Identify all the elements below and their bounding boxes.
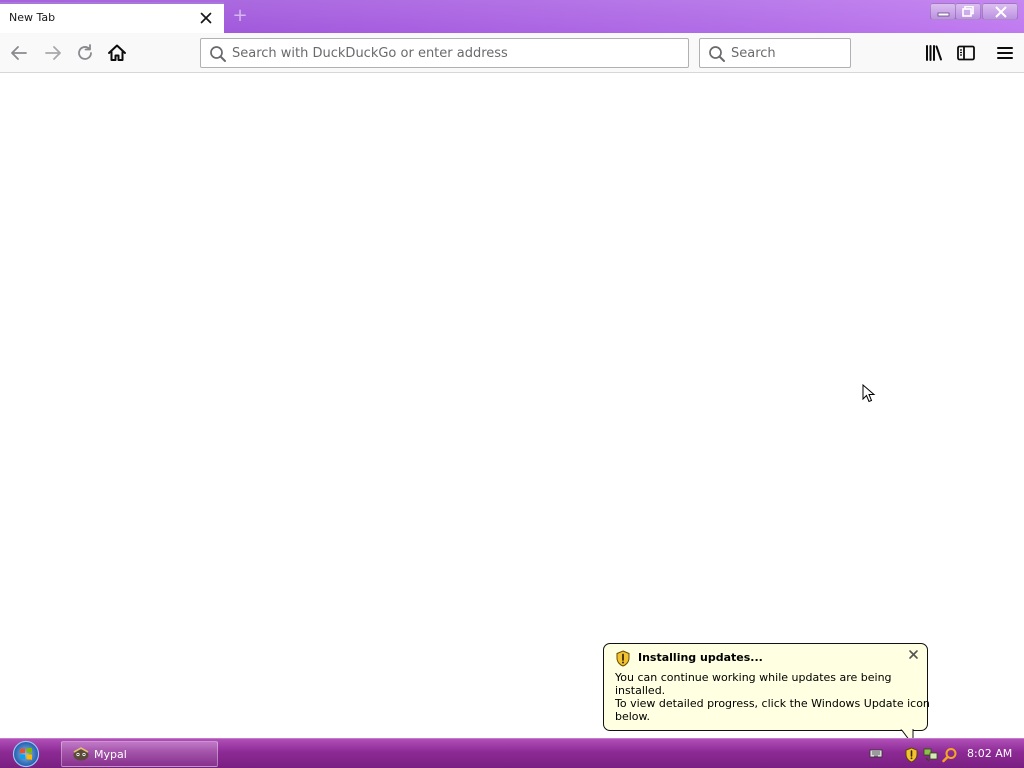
- network-icon[interactable]: [923, 747, 939, 765]
- close-icon[interactable]: [197, 9, 215, 27]
- minimize-icon[interactable]: [930, 3, 956, 20]
- update-notification-balloon[interactable]: Installing updates... You can continue w…: [603, 643, 930, 731]
- search-icon: [708, 45, 726, 66]
- forward-arrow-icon[interactable]: [42, 42, 64, 64]
- mouse-pointer-icon: [862, 383, 876, 407]
- notification-line: below.: [615, 710, 651, 723]
- title-bar: New Tab +: [0, 0, 1024, 33]
- mypal-icon: [72, 746, 90, 765]
- search-bar-placeholder: Search: [731, 46, 776, 61]
- navigation-toolbar: Search with DuckDuckGo or enter address …: [0, 33, 1024, 73]
- keyboard-icon[interactable]: [869, 747, 883, 762]
- restore-icon[interactable]: [955, 3, 981, 20]
- taskbar: Mypal 8:02 AM: [0, 738, 1024, 768]
- close-icon[interactable]: [907, 648, 920, 661]
- reload-icon[interactable]: [74, 42, 96, 64]
- notification-line: installed.: [615, 684, 666, 697]
- taskbar-item-label: Mypal: [94, 748, 127, 761]
- tab-title: New Tab: [9, 11, 56, 24]
- search-icon[interactable]: [942, 747, 958, 766]
- address-bar[interactable]: Search with DuckDuckGo or enter address: [200, 38, 689, 68]
- windows-start-icon[interactable]: [8, 740, 44, 768]
- hamburger-menu-icon[interactable]: [994, 42, 1016, 64]
- window-close-icon[interactable]: [982, 3, 1018, 20]
- notification-line: You can continue working while updates a…: [615, 671, 892, 684]
- tab-new-tab[interactable]: New Tab: [0, 2, 224, 33]
- notification-message: You can continue working while updates a…: [615, 671, 930, 723]
- library-icon[interactable]: [923, 42, 945, 64]
- shield-icon: [615, 650, 631, 670]
- search-icon: [209, 45, 227, 66]
- clock[interactable]: 8:02 AM: [967, 747, 1012, 760]
- taskbar-item-mypal[interactable]: Mypal: [61, 741, 218, 767]
- back-arrow-icon[interactable]: [8, 42, 30, 64]
- plus-icon[interactable]: +: [230, 6, 250, 26]
- address-bar-placeholder: Search with DuckDuckGo or enter address: [232, 46, 508, 61]
- windows-update-shield-icon[interactable]: [904, 747, 919, 766]
- sidebar-icon[interactable]: [955, 42, 977, 64]
- notification-title: Installing updates...: [638, 651, 763, 664]
- notification-line: To view detailed progress, click the Win…: [615, 697, 930, 710]
- home-icon[interactable]: [106, 42, 128, 64]
- search-bar[interactable]: Search: [699, 38, 851, 68]
